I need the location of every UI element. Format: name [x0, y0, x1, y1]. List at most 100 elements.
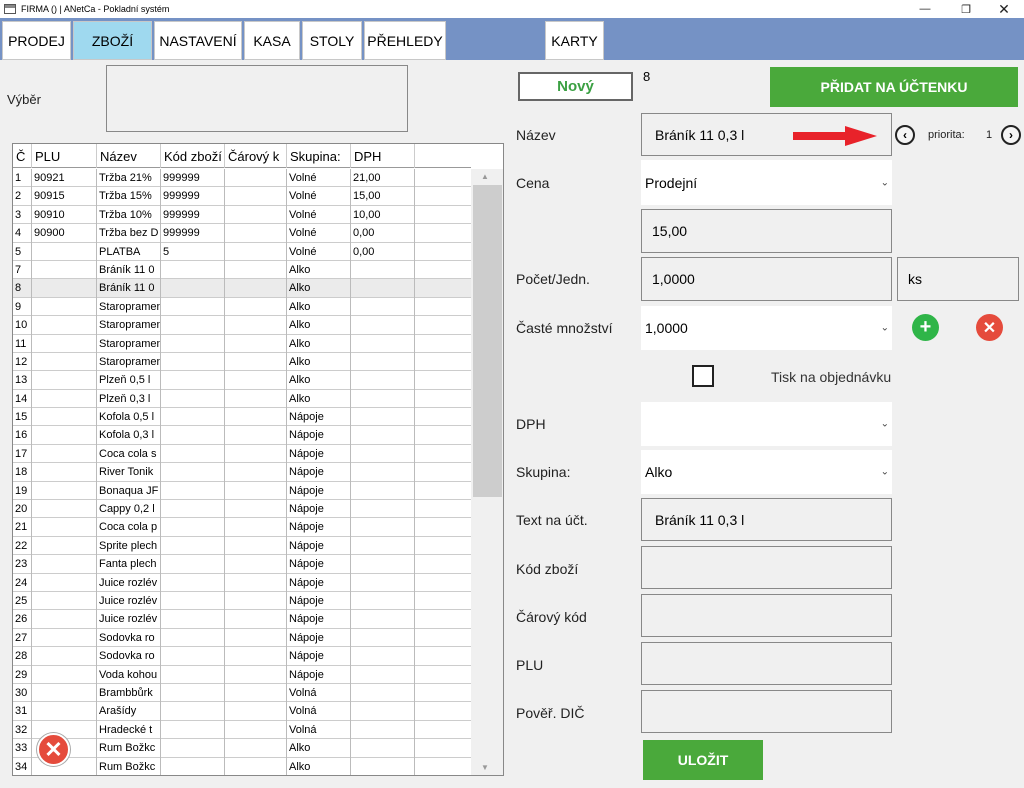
table-row[interactable]: 22 Sprite plech Nápoje	[13, 536, 471, 556]
column-header[interactable]: PLU	[32, 144, 97, 168]
quantity-field[interactable]: 1,0000	[641, 257, 892, 301]
products-grid[interactable]: Č PLU Název Kód zboží Čárový k Skupina: DPH 19…	[12, 143, 504, 776]
table-cell: 32	[13, 720, 32, 740]
group-select[interactable]: Alko ⌄	[641, 450, 892, 494]
table-row[interactable]: 11 Staropramen Alko	[13, 334, 471, 353]
table-cell	[225, 334, 287, 353]
table-row[interactable]: 23 Fanta plech Nápoje	[13, 555, 471, 574]
table-cell: Nápoje	[287, 591, 351, 611]
table-row[interactable]: 16 Kofola 0,3 l Nápoje	[13, 426, 471, 445]
tab-nastaveni[interactable]: NASTAVENÍ	[154, 21, 242, 60]
table-row[interactable]: 15 Kofola 0,5 l Nápoje	[13, 408, 471, 427]
delete-row-button[interactable]: ✕	[37, 733, 70, 766]
table-cell	[351, 389, 415, 409]
column-header[interactable]: Název	[97, 144, 161, 168]
selection-box[interactable]	[106, 65, 408, 132]
table-cell: Rum Božkc	[97, 757, 161, 775]
tab-karty[interactable]: KARTY	[545, 21, 604, 60]
column-header[interactable]: Č	[13, 144, 32, 168]
table-row[interactable]: 30 Brambbůrk Volná	[13, 683, 471, 703]
priority-decrease-button[interactable]: ‹	[895, 125, 915, 145]
frequent-quantity-select[interactable]: 1,0000 ⌄	[641, 306, 892, 350]
table-row[interactable]: 9 Staropramen Alko	[13, 297, 471, 317]
table-cell	[225, 665, 287, 684]
table-cell: Bráník 11 0	[97, 279, 161, 298]
table-row[interactable]: 28 Sodovka ro Nápoje	[13, 647, 471, 666]
plu-field[interactable]	[641, 642, 892, 685]
table-row[interactable]: 20 Cappy 0,2 l Nápoje	[13, 500, 471, 519]
table-row[interactable]: 14 Plzeň 0,3 l Alko	[13, 389, 471, 409]
print-order-checkbox[interactable]	[692, 365, 714, 387]
add-to-receipt-button[interactable]: PŘIDAT NA ÚČTENKU	[770, 67, 1018, 107]
table-row[interactable]: 5 PLATBA 5 Volné 0,00	[13, 242, 471, 261]
table-row[interactable]: 3 90910 Tržba 10% 999999 Volné 10,00	[13, 205, 471, 225]
table-row[interactable]: 13 Plzeň 0,5 l Alko	[13, 371, 471, 390]
table-row[interactable]: 7 Bráník 11 0 Alko	[13, 260, 471, 280]
receipt-text-field[interactable]: Bráník 11 0,3 l	[641, 498, 892, 541]
column-header[interactable]: Kód zboží	[161, 144, 225, 168]
table-row[interactable]: 12 Staropramen Alko	[13, 352, 471, 372]
chevron-left-icon: ‹	[903, 128, 907, 142]
product-code-field[interactable]	[641, 546, 892, 589]
restore-icon[interactable]: ❐	[947, 0, 985, 18]
table-row[interactable]: 2 90915 Tržba 15% 999999 Volné 15,00	[13, 187, 471, 206]
table-row[interactable]: 1 90921 Tržba 21% 999999 Volné 21,00	[13, 169, 471, 188]
table-cell	[32, 500, 97, 519]
table-row[interactable]: 32 Hradecké t Volná	[13, 720, 471, 740]
price-value: 15,00	[652, 223, 688, 239]
add-quantity-button[interactable]: +	[912, 314, 939, 341]
table-cell: 21,00	[351, 169, 415, 188]
quantity-value: 1,0000	[652, 271, 695, 287]
unit-field[interactable]: ks	[897, 257, 1019, 301]
tab-kasa[interactable]: KASA	[244, 21, 300, 60]
dic-field[interactable]	[641, 690, 892, 733]
tab-prehledy[interactable]: PŘEHLEDY	[364, 21, 446, 60]
tab-prodej[interactable]: PRODEJ	[2, 21, 71, 60]
table-cell	[161, 444, 225, 464]
price-type-select[interactable]: Prodejní ⌄	[641, 160, 892, 205]
column-header[interactable]: Čárový k	[225, 144, 287, 168]
table-row[interactable]: 34 Rum Božkc Alko	[13, 757, 471, 775]
barcode-field[interactable]	[641, 594, 892, 637]
table-cell-filler	[415, 739, 471, 757]
table-cell	[225, 628, 287, 648]
table-row[interactable]: 27 Sodovka ro Nápoje	[13, 628, 471, 648]
scroll-thumb[interactable]	[473, 185, 502, 497]
close-icon[interactable]: ✕	[985, 0, 1023, 18]
table-cell: Alko	[287, 389, 351, 409]
save-button[interactable]: ULOŽIT	[643, 740, 763, 780]
minimize-icon[interactable]: —	[906, 0, 944, 18]
priority-increase-button[interactable]: ›	[1001, 125, 1021, 145]
grid-scrollbar[interactable]: ▲ ▼	[471, 169, 503, 775]
table-cell-filler	[415, 316, 471, 334]
new-button[interactable]: Nový	[518, 72, 633, 101]
table-cell	[351, 444, 415, 464]
table-row[interactable]: 8 Bráník 11 0 Alko	[13, 279, 471, 298]
table-cell: Plzeň 0,3 l	[97, 389, 161, 409]
price-field[interactable]: 15,00	[641, 209, 892, 253]
table-cell-filler	[415, 721, 471, 739]
table-cell	[225, 573, 287, 592]
table-row[interactable]: 26 Juice rozlév Nápoje	[13, 610, 471, 629]
remove-quantity-button[interactable]: ✕	[976, 314, 1003, 341]
table-row[interactable]: 4 90900 Tržba bez D 999999 Volné 0,00	[13, 224, 471, 243]
table-row[interactable]: 31 Arašídy Volná	[13, 702, 471, 721]
table-row[interactable]: 29 Voda kohou Nápoje	[13, 665, 471, 684]
column-header[interactable]: DPH	[351, 144, 415, 168]
vat-select[interactable]: ⌄	[641, 402, 892, 446]
scroll-down-icon[interactable]: ▼	[481, 763, 489, 772]
tab-stoly[interactable]: STOLY	[302, 21, 362, 60]
table-row[interactable]: 10 Staropramen Alko	[13, 316, 471, 335]
table-row[interactable]: 19 Bonaqua JF Nápoje	[13, 481, 471, 501]
table-cell	[225, 757, 287, 775]
table-row[interactable]: 25 Juice rozlév Nápoje	[13, 591, 471, 611]
table-cell: 19	[13, 481, 32, 501]
scroll-up-icon[interactable]: ▲	[481, 172, 489, 181]
table-row[interactable]: 21 Coca cola p Nápoje	[13, 518, 471, 537]
table-row[interactable]: 18 River Tonik Nápoje	[13, 463, 471, 482]
column-header[interactable]: Skupina:	[287, 144, 351, 168]
table-row[interactable]: 33 Rum Božkc Alko	[13, 739, 471, 758]
table-row[interactable]: 24 Juice rozlév Nápoje	[13, 573, 471, 592]
table-row[interactable]: 17 Coca cola s Nápoje	[13, 444, 471, 464]
tab-zbozi[interactable]: ZBOŽÍ	[73, 21, 152, 60]
